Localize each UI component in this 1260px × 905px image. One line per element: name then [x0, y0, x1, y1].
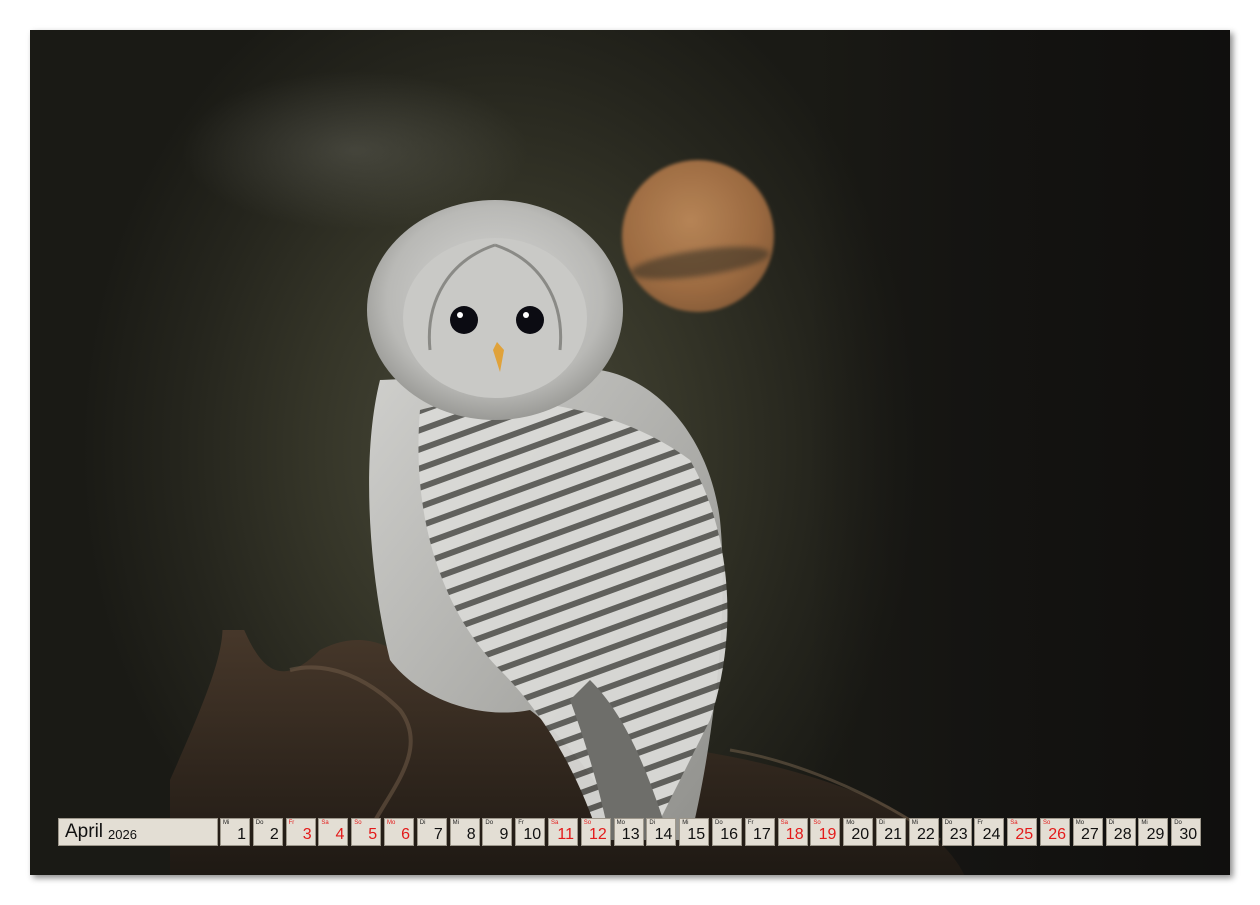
- day-number: 11: [557, 826, 574, 843]
- day-number: 10: [523, 826, 542, 843]
- day-number: 24: [982, 826, 1001, 843]
- day-cell: So 12: [580, 818, 611, 846]
- day-number: 21: [884, 826, 902, 843]
- day-cell: Mi 15: [679, 818, 710, 846]
- day-cell: Fr 3: [285, 818, 316, 846]
- day-number: 15: [687, 826, 706, 843]
- day-cell: Do 9: [482, 818, 513, 846]
- month-name: April: [65, 821, 104, 842]
- day-cell: Mi 29: [1138, 818, 1169, 846]
- day-number: 25: [1015, 826, 1034, 843]
- day-number: 12: [589, 826, 607, 843]
- day-cell: Mo 6: [384, 818, 414, 846]
- day-cell: Sa 25: [1007, 818, 1038, 846]
- day-number: 13: [621, 826, 640, 843]
- day-number: 2: [269, 826, 279, 843]
- day-number: 5: [368, 826, 378, 843]
- day-cell: Di 7: [416, 818, 447, 846]
- day-cell: Di 28: [1105, 818, 1136, 846]
- day-cell: Do 30: [1171, 818, 1202, 846]
- day-cell: Mo 27: [1072, 818, 1103, 846]
- day-number: 16: [720, 826, 738, 843]
- day-cell: Do 2: [252, 818, 283, 846]
- day-cell: Sa 4: [318, 818, 349, 846]
- day-number: 18: [785, 826, 804, 843]
- month-label-box: April 2026: [58, 818, 218, 846]
- day-cell: Di 14: [646, 818, 677, 846]
- day-number: 19: [818, 826, 837, 843]
- day-cell: Do 23: [941, 818, 972, 846]
- day-cell: Mo 13: [613, 818, 644, 846]
- ural-owl: [367, 200, 728, 840]
- day-cell: Mi 22: [908, 818, 939, 846]
- day-number: 26: [1048, 826, 1066, 843]
- owl-left-eye: [450, 306, 478, 334]
- day-cell: Mi 8: [449, 818, 480, 846]
- day-cell: Mo 20: [843, 818, 874, 846]
- day-number: 1: [237, 826, 246, 843]
- day-number: 3: [302, 826, 312, 843]
- day-cell: Mi 1: [220, 818, 250, 846]
- day-number: 30: [1179, 826, 1198, 843]
- day-number: 7: [433, 826, 443, 843]
- owl-right-eye: [516, 306, 544, 334]
- day-number: 27: [1081, 826, 1099, 843]
- owl-photo: [30, 30, 1230, 875]
- day-cell: So 19: [810, 818, 841, 846]
- calendar-strip: April 2026 Mi 1 Do 2 Fr 3 Sa 4 So 5 Mo 6 Di 7 Mi 8 Do 9 Fr…: [58, 818, 1202, 846]
- day-cell: So 26: [1040, 818, 1070, 846]
- day-number: 8: [466, 826, 476, 843]
- day-number: 4: [335, 826, 345, 843]
- day-number: 14: [654, 826, 673, 843]
- day-cell: Di 21: [876, 818, 906, 846]
- day-number: 29: [1146, 826, 1165, 843]
- day-number: 17: [753, 826, 771, 843]
- day-number: 20: [851, 826, 870, 843]
- day-cell: Sa 18: [777, 818, 808, 846]
- day-cell: Sa 11: [548, 818, 578, 846]
- day-cell: Do 16: [712, 818, 742, 846]
- day-cell: Fr 17: [744, 818, 775, 846]
- year: 2026: [108, 826, 137, 842]
- day-cell: Fr 10: [515, 818, 546, 846]
- day-number: 22: [917, 826, 935, 843]
- day-cell: Fr 24: [974, 818, 1005, 846]
- day-number: 23: [949, 826, 968, 843]
- day-number: 9: [499, 826, 509, 843]
- day-number: 28: [1113, 826, 1132, 843]
- day-number: 6: [401, 826, 410, 843]
- day-cell: So 5: [351, 818, 382, 846]
